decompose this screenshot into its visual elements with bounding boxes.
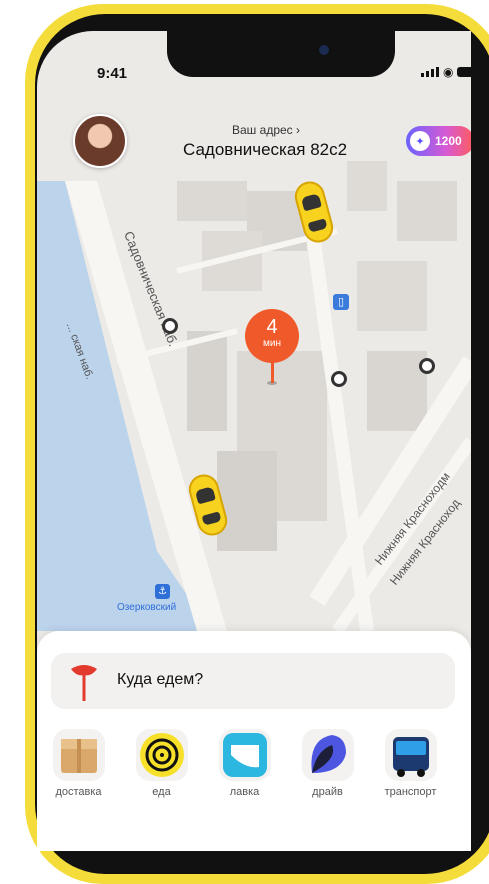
box-icon [52, 729, 105, 781]
destination-search[interactable]: Куда едем? [51, 653, 455, 709]
anchor-icon: ⚓ [155, 584, 170, 599]
current-address[interactable]: Садовническая 82с2 [183, 140, 347, 160]
plus-points-badge[interactable]: ✦ 1200 [406, 126, 471, 156]
pier-label: Озерковский [117, 602, 177, 613]
signal-icon [421, 67, 439, 77]
service-food[interactable]: еда [120, 729, 203, 798]
service-delivery[interactable]: доставка [37, 729, 120, 798]
status-icons: ◉ [421, 65, 471, 79]
camera-dot [319, 45, 329, 55]
service-transport[interactable]: транспорт [369, 729, 452, 798]
battery-icon [457, 67, 471, 77]
service-label: лавка [229, 786, 260, 798]
status-time: 9:41 [97, 65, 128, 82]
lavka-icon [218, 729, 271, 781]
bus-icon [384, 729, 437, 781]
eta-unit: мин [263, 338, 281, 349]
bottom-sheet: Куда едем? доставка еда лавка драйв тран… [37, 631, 471, 851]
wifi-icon: ◉ [443, 65, 454, 79]
drive-icon [301, 729, 354, 781]
pickup-pin[interactable]: 4 мин [245, 309, 299, 363]
service-drive[interactable]: драйв [286, 729, 369, 798]
points-value: 1200 [435, 134, 462, 148]
destination-search-label: Куда едем? [117, 671, 204, 688]
profile-avatar[interactable] [73, 114, 127, 168]
services-row: доставка еда лавка драйв транспорт [37, 729, 471, 798]
service-label: доставка [55, 786, 102, 798]
destination-pin-icon [71, 665, 97, 701]
stop-marker-icon [331, 371, 347, 387]
address-caption[interactable]: Ваш адрес › [232, 123, 300, 137]
transit-icon: ▯ [333, 294, 349, 310]
service-lavka[interactable]: лавка [203, 729, 286, 798]
app-screen: 9:41 ◉ Садовническая наб. ... ская наб. … [37, 31, 471, 851]
plus-coin-icon: ✦ [410, 131, 430, 151]
service-label: транспорт [384, 786, 437, 798]
spiral-icon [135, 729, 188, 781]
eta-value: 4 [266, 316, 278, 338]
notch [167, 31, 395, 77]
stop-marker-icon [419, 358, 435, 374]
pin-stick [271, 361, 274, 383]
stop-marker-icon [162, 318, 178, 334]
service-label: драйв [312, 786, 343, 798]
service-label: еда [152, 786, 171, 798]
